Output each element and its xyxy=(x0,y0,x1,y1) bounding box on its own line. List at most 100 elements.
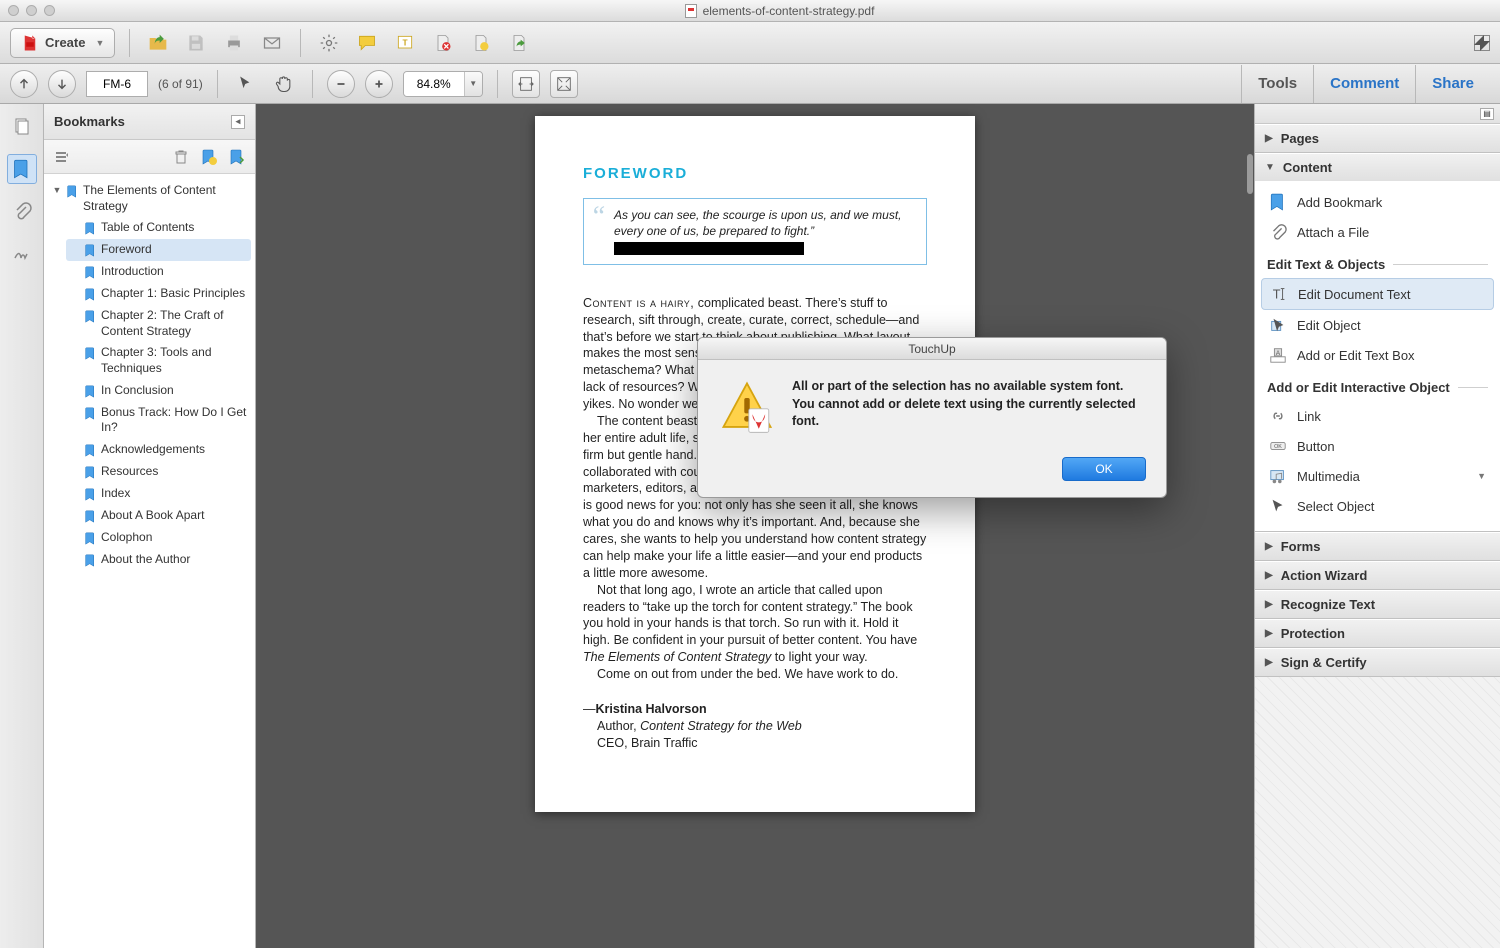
zoom-window[interactable] xyxy=(44,5,55,16)
add-bookmark-item[interactable]: Add Bookmark xyxy=(1261,187,1494,217)
section-pages[interactable]: ▶Pages xyxy=(1255,124,1500,152)
zoom-in-button[interactable] xyxy=(365,70,393,98)
save-button[interactable] xyxy=(182,29,210,57)
bookmark-item[interactable]: Introduction xyxy=(66,261,251,283)
disclosure-triangle-icon[interactable]: ▼ xyxy=(52,183,62,197)
stamp-button[interactable] xyxy=(467,29,495,57)
fit-page-button[interactable] xyxy=(550,70,578,98)
bookmark-item[interactable]: Chapter 3: Tools and Techniques xyxy=(66,342,251,379)
link-item[interactable]: Link xyxy=(1261,401,1494,431)
chevron-down-icon[interactable]: ▼ xyxy=(464,72,482,96)
bookmark-item[interactable]: About A Book Apart xyxy=(66,505,251,527)
bookmark-root[interactable]: ▼ The Elements of Content Strategy xyxy=(48,180,251,217)
tools-panel-toggle[interactable]: Tools xyxy=(1241,65,1313,103)
bookmark-item[interactable]: Index xyxy=(66,483,251,505)
section-recognize-text[interactable]: ▶Recognize Text xyxy=(1255,590,1500,618)
bookmarks-panel: Bookmarks ◂ ▼ The Elements of Content St… xyxy=(44,104,256,948)
window-controls[interactable] xyxy=(8,5,55,16)
bookmark-icon xyxy=(84,243,97,258)
bookmark-icon xyxy=(84,465,97,480)
share-panel-toggle[interactable]: Share xyxy=(1415,65,1490,103)
fit-width-button[interactable] xyxy=(512,70,540,98)
add-text-box-item[interactable]: AAdd or Edit Text Box xyxy=(1261,340,1494,370)
page-heading: FOREWORD xyxy=(583,164,927,184)
select-tool[interactable] xyxy=(232,70,260,98)
bookmark-tree[interactable]: ▼ The Elements of Content Strategy Table… xyxy=(44,174,255,948)
highlight-button[interactable]: T xyxy=(391,29,419,57)
section-forms[interactable]: ▶Forms xyxy=(1255,532,1500,560)
multimedia-item[interactable]: Multimedia▼ xyxy=(1261,461,1494,491)
bookmark-item[interactable]: Colophon xyxy=(66,527,251,549)
dialog-message: All or part of the selection has no avai… xyxy=(792,378,1146,441)
quote-block: “ As you can see, the scourge is upon us… xyxy=(583,198,927,265)
bookmark-item[interactable]: Table of Contents xyxy=(66,217,251,239)
chevron-right-icon: ▶ xyxy=(1265,133,1273,144)
bookmark-icon xyxy=(84,487,97,502)
chevron-down-icon: ▼ xyxy=(1265,162,1275,173)
select-object-item[interactable]: Select Object xyxy=(1261,491,1494,521)
bookmark-icon xyxy=(84,346,97,361)
chevron-down-icon: ▼ xyxy=(1477,471,1486,481)
settings-button[interactable] xyxy=(315,29,343,57)
button-item[interactable]: OKButton xyxy=(1261,431,1494,461)
bookmark-item[interactable]: Acknowledgements xyxy=(66,439,251,461)
new-bookmark-button[interactable] xyxy=(199,147,219,167)
bookmark-item[interactable]: Foreword xyxy=(66,239,251,261)
bookmark-icon xyxy=(84,443,97,458)
close-window[interactable] xyxy=(8,5,19,16)
ok-button[interactable]: OK xyxy=(1062,457,1146,481)
comment-panel-toggle[interactable]: Comment xyxy=(1313,65,1415,103)
bookmark-item[interactable]: Chapter 2: The Craft of Content Strategy xyxy=(66,305,251,342)
bookmark-item[interactable]: Chapter 1: Basic Principles xyxy=(66,283,251,305)
bookmark-item[interactable]: In Conclusion xyxy=(66,380,251,402)
email-button[interactable] xyxy=(258,29,286,57)
minimize-window[interactable] xyxy=(26,5,37,16)
comment-button[interactable] xyxy=(353,29,381,57)
edit-document-text-item[interactable]: TEdit Document Text xyxy=(1261,278,1494,310)
hand-tool[interactable] xyxy=(270,70,298,98)
signatures-button[interactable] xyxy=(7,238,37,268)
section-action-wizard[interactable]: ▶Action Wizard xyxy=(1255,561,1500,589)
print-button[interactable] xyxy=(220,29,248,57)
svg-text:T: T xyxy=(403,37,408,47)
document-viewer[interactable]: FOREWORD “ As you can see, the scourge i… xyxy=(256,104,1254,948)
delete-page-button[interactable] xyxy=(429,29,457,57)
subhead-interactive: Add or Edit Interactive Object xyxy=(1261,370,1494,401)
chevron-right-icon: ▶ xyxy=(1265,570,1273,581)
page-number-input[interactable] xyxy=(86,71,148,97)
prev-page-button[interactable] xyxy=(10,70,38,98)
dialog-title: TouchUp xyxy=(698,338,1166,360)
main-toolbar: Create ▼ T xyxy=(0,22,1500,64)
share-page-button[interactable] xyxy=(505,29,533,57)
delete-bookmark-button[interactable] xyxy=(171,147,191,167)
attach-file-item[interactable]: Attach a File xyxy=(1261,217,1494,247)
left-nav-rail xyxy=(0,104,44,948)
bookmark-icon xyxy=(84,309,97,324)
expand-bookmark-button[interactable] xyxy=(227,147,247,167)
signature-block: —Kristina Halvorson Author, Content Stra… xyxy=(583,701,927,752)
collapse-tools-icon[interactable]: ▤ xyxy=(1480,108,1494,120)
bookmark-item[interactable]: Bonus Track: How Do I Get In? xyxy=(66,402,251,439)
bookmark-item[interactable]: About the Author xyxy=(66,549,251,571)
open-button[interactable] xyxy=(144,29,172,57)
attachments-button[interactable] xyxy=(7,196,37,226)
bookmark-options-button[interactable] xyxy=(52,147,72,167)
fullscreen-button[interactable] xyxy=(1474,35,1490,51)
section-sign-certify[interactable]: ▶Sign & Certify xyxy=(1255,648,1500,676)
next-page-button[interactable] xyxy=(48,70,76,98)
section-protection[interactable]: ▶Protection xyxy=(1255,619,1500,647)
zoom-out-button[interactable] xyxy=(327,70,355,98)
viewer-scrollbar[interactable] xyxy=(1247,154,1253,194)
bookmarks-button[interactable] xyxy=(7,154,37,184)
page-thumbnails-button[interactable] xyxy=(7,112,37,142)
zoom-level-input[interactable]: ▼ xyxy=(403,71,483,97)
subhead-edit-text: Edit Text & Objects xyxy=(1261,247,1494,278)
bookmark-item[interactable]: Resources xyxy=(66,461,251,483)
chevron-right-icon: ▶ xyxy=(1265,657,1273,668)
bookmark-icon xyxy=(84,287,97,302)
section-content[interactable]: ▼Content xyxy=(1255,153,1500,181)
warning-icon xyxy=(718,378,776,441)
edit-object-item[interactable]: Edit Object xyxy=(1261,310,1494,340)
create-button[interactable]: Create ▼ xyxy=(10,28,115,58)
collapse-bookmarks-icon[interactable]: ◂ xyxy=(231,115,245,129)
